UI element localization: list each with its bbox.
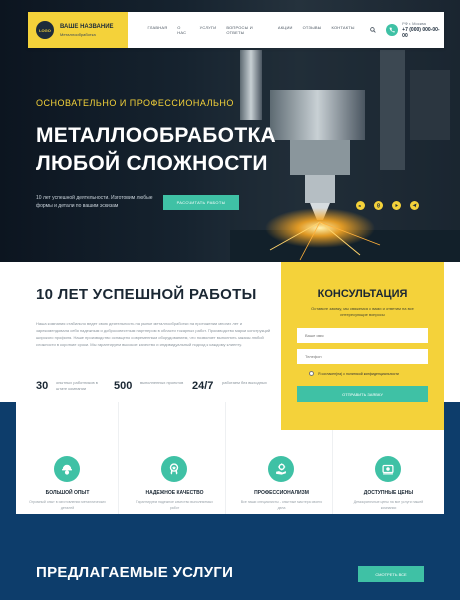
price-icon (375, 456, 401, 482)
phone-input[interactable] (297, 349, 428, 364)
side-strip-right (444, 402, 460, 514)
about-title: 10 ЛЕТ УСПЕШНОЙ РАБОТЫ (36, 286, 257, 303)
stat-value-projects: 500 (114, 380, 133, 392)
gear-hand-icon (268, 456, 294, 482)
feature-text: Огромный опыт в изготовлении металлическ… (29, 500, 106, 510)
submit-request-button[interactable]: ОТПРАВИТЬ ЗАЯВКУ (297, 386, 428, 402)
ok-icon[interactable] (374, 201, 383, 210)
hero-description: 10 лет успешной деятельности. Изготовим … (36, 195, 153, 209)
hero-title: МЕТАЛЛООБРАБОТКА ЛЮБОЙ СЛОЖНОСТИ (36, 124, 277, 175)
site-header: LOGO ВАШЕ НАЗВАНИЕ Металлообработка ГЛАВ… (28, 12, 444, 48)
brand-block[interactable]: LOGO ВАШЕ НАЗВАНИЕ Металлообработка (28, 12, 128, 48)
consent-label: Я согласен(на) с политикой конфиденциаль… (318, 371, 399, 376)
worker-icon (54, 456, 80, 482)
feature-text: Гарантируем надежное качество выполняемы… (136, 500, 213, 510)
stat-value-schedule: 24/7 (192, 380, 214, 392)
main-nav: ГЛАВНАЯ О НАС УСЛУГИ ВОПРОСЫ И ОТВЕТЫ АК… (148, 25, 355, 35)
phone-icon[interactable] (386, 24, 399, 36)
feature-quality: НАДЕЖНОЕ КАЧЕСТВО Гарантируем надежное к… (123, 402, 226, 514)
name-input[interactable] (297, 328, 428, 343)
feature-title: НАДЕЖНОЕ КАЧЕСТВО (145, 490, 204, 496)
telegram-icon[interactable] (410, 201, 419, 210)
nav-item-about[interactable]: О НАС (177, 25, 189, 35)
stat-label-projects: выполненных проектов (140, 380, 184, 385)
feature-text: Все наши специалисты - опытные мастера с… (240, 500, 323, 510)
feature-title: БОЛЬШОЙ ОПЫТ (45, 490, 90, 496)
brand-subtitle: Металлообработка (60, 31, 96, 37)
search-icon[interactable] (369, 26, 377, 34)
vk-icon[interactable]: в (356, 201, 365, 210)
about-section: 10 ЛЕТ УСПЕШНОЙ РАБОТЫ Наша компания ста… (16, 262, 281, 402)
feature-title: ДОСТУПНЫЕ ЦЕНЫ (363, 490, 414, 496)
consultation-title: КОНСУЛЬТАЦИЯ (317, 288, 408, 300)
nav-item-promo[interactable]: АКЦИИ (278, 25, 293, 35)
youtube-icon[interactable] (392, 201, 401, 210)
nav-item-home[interactable]: ГЛАВНАЯ (148, 25, 168, 35)
consultation-text: Оставьте заявку, мы свяжемся с вами и от… (311, 306, 414, 317)
nav-item-contacts[interactable]: КОНТАКТЫ (332, 25, 355, 35)
feature-title: ПРОФЕССИОНАЛИЗМ (254, 490, 309, 496)
about-text: Наша компания стабильно ведет свою деяте… (36, 321, 271, 347)
stat-value-employees: 30 (36, 380, 49, 392)
calculate-button[interactable]: РАССЧИТАТЬ РАБОТЫ (163, 195, 239, 210)
nav-item-reviews[interactable]: ОТЗЫВЫ (303, 25, 322, 35)
stat-label-employees: опытных работников в штате компании (56, 380, 98, 391)
view-all-button[interactable]: СМОТРЕТЬ ВСЕ (358, 566, 424, 582)
side-strip-left (0, 402, 16, 514)
services-title: ПРЕДЛАГАЕМЫЕ УСЛУГИ (36, 564, 234, 581)
brand-name: ВАШЕ НАЗВАНИЕ (60, 23, 114, 30)
svg-text:в: в (359, 203, 362, 208)
feature-text: Демократичные цены на все услуги нашей к… (353, 500, 424, 510)
consent-row[interactable]: Я согласен(на) с политикой конфиденциаль… (309, 371, 399, 376)
consent-checkbox[interactable] (309, 371, 314, 376)
services-section: ПРЕДЛАГАЕМЫЕ УСЛУГИ СМОТРЕТЬ ВСЕ (0, 514, 460, 600)
stat-label-schedule: работаем без выходных (222, 380, 267, 385)
medal-icon (161, 456, 187, 482)
nav-item-faq[interactable]: ВОПРОСЫ И ОТВЕТЫ (226, 25, 268, 35)
hero-tagline: ОСНОВАТЕЛЬНО И ПРОФЕССИОНАЛЬНО (36, 98, 234, 108)
feature-experience: БОЛЬШОЙ ОПЫТ Огромный опыт в изготовлени… (16, 402, 119, 514)
header-city: РФ г. Москва (402, 21, 426, 26)
consultation-form: КОНСУЛЬТАЦИЯ Оставьте заявку, мы свяжемс… (281, 262, 444, 430)
header-phone[interactable]: +7 (000) 000-00-00 (402, 27, 444, 39)
logo[interactable]: LOGO (36, 21, 54, 39)
nav-item-services[interactable]: УСЛУГИ (200, 25, 217, 35)
